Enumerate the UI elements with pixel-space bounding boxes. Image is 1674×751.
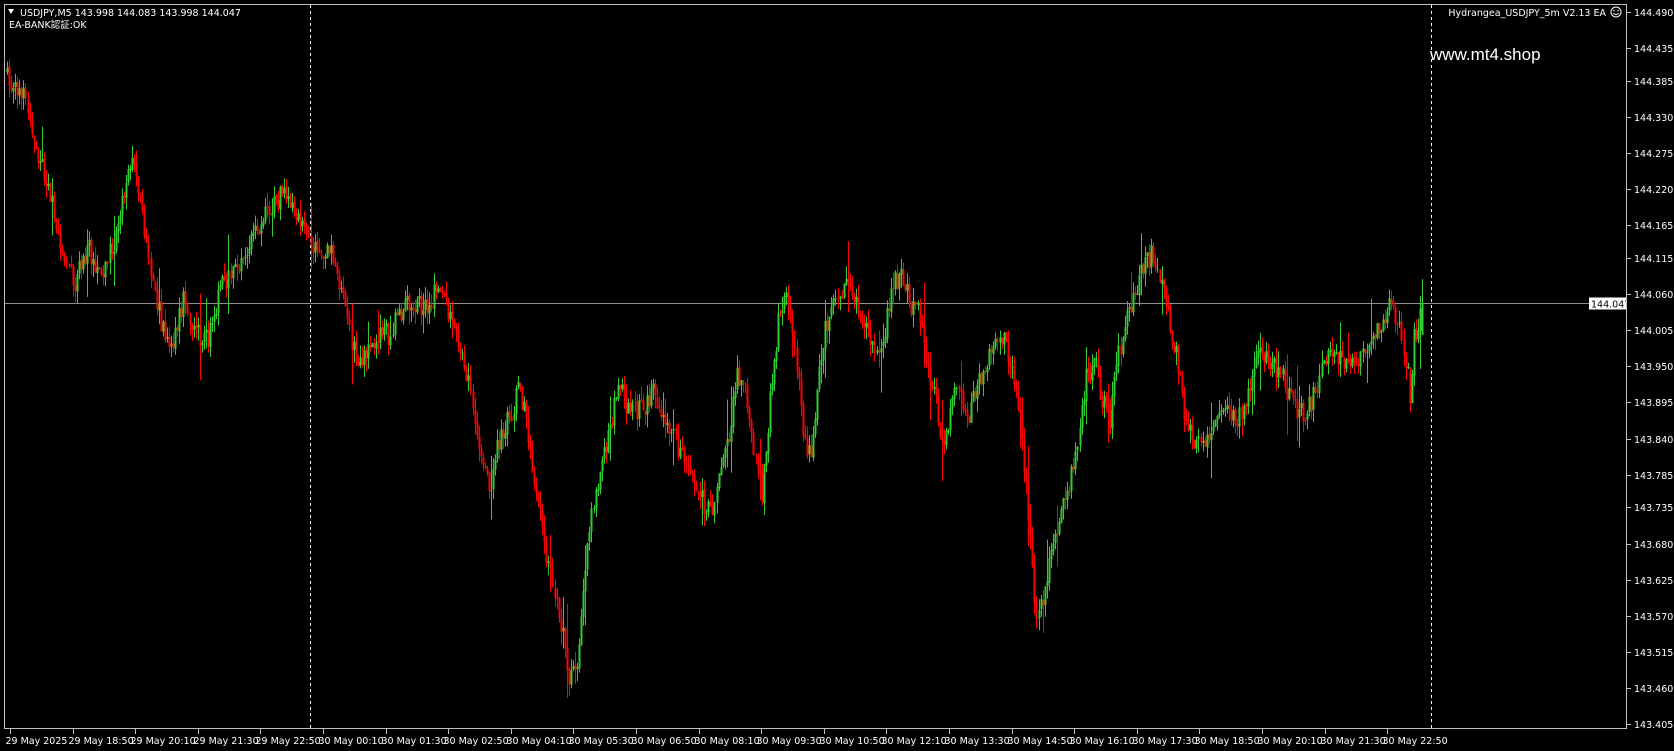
time-tick-label: 30 May 13:30 bbox=[945, 736, 1010, 747]
time-tick-label: 29 May 21:30 bbox=[194, 736, 259, 747]
candle bbox=[1159, 269, 1162, 284]
time-tick-label: 30 May 12:10 bbox=[882, 736, 947, 747]
price-tick-label: 143.460 bbox=[1634, 684, 1673, 695]
time-tick-label: 30 May 09:30 bbox=[757, 736, 822, 747]
price-tick-label: 144.435 bbox=[1634, 44, 1673, 55]
price-tick-label: 143.840 bbox=[1634, 435, 1673, 446]
candle bbox=[843, 283, 846, 299]
chart-background bbox=[0, 0, 1674, 751]
candle bbox=[1376, 322, 1379, 340]
price-tick-label: 144.490 bbox=[1634, 8, 1673, 19]
time-tick-label: 30 May 05:30 bbox=[569, 736, 634, 747]
candle bbox=[1173, 341, 1176, 355]
price-tick-label: 143.515 bbox=[1634, 648, 1673, 659]
time-tick-label: 30 May 22:50 bbox=[1383, 736, 1448, 747]
time-tick-label: 30 May 01:30 bbox=[382, 736, 447, 747]
price-tick-label: 143.895 bbox=[1634, 398, 1673, 409]
current-price-label: 144.047 bbox=[1591, 300, 1630, 311]
candle bbox=[35, 140, 38, 150]
time-tick-label: 30 May 18:50 bbox=[1195, 736, 1260, 747]
ea-name-label: Hydrangea_USDJPY_5m V2.13 EA bbox=[1448, 8, 1606, 19]
candle bbox=[447, 297, 450, 323]
candle bbox=[371, 342, 374, 348]
candle bbox=[1193, 439, 1196, 449]
price-tick-label: 144.115 bbox=[1634, 254, 1673, 265]
watermark-text: www.mt4.shop bbox=[1429, 45, 1541, 64]
price-tick-label: 144.005 bbox=[1634, 326, 1673, 337]
price-tick-label: 143.405 bbox=[1634, 720, 1673, 731]
price-chart[interactable]: 144.490 144.435 144.385 144.330 144.275 144.2… bbox=[0, 0, 1674, 751]
price-tick-label: 143.570 bbox=[1634, 612, 1673, 623]
candle bbox=[1169, 304, 1172, 335]
price-tick-label: 144.385 bbox=[1634, 77, 1673, 88]
time-tick-label: 30 May 21:30 bbox=[1321, 736, 1386, 747]
time-tick-label: 30 May 06:50 bbox=[632, 736, 697, 747]
price-tick-label: 143.680 bbox=[1634, 540, 1673, 551]
price-tick-label: 143.950 bbox=[1634, 362, 1673, 373]
price-tick-label: 144.220 bbox=[1634, 185, 1673, 196]
ea-status: EA-BANK認証:OK bbox=[9, 19, 87, 31]
price-tick-label: 143.735 bbox=[1634, 503, 1673, 514]
candle bbox=[154, 280, 157, 292]
candle bbox=[49, 182, 52, 203]
candle bbox=[802, 400, 805, 442]
time-tick-label: 30 May 10:50 bbox=[820, 736, 885, 747]
time-tick-label: 30 May 17:30 bbox=[1133, 736, 1198, 747]
price-tick-label: 144.330 bbox=[1634, 113, 1673, 124]
time-tick-label: 29 May 22:50 bbox=[256, 736, 321, 747]
time-tick-label: 30 May 08:10 bbox=[695, 736, 760, 747]
time-tick-label: 30 May 20:10 bbox=[1258, 736, 1323, 747]
time-tick-label: 30 May 14:50 bbox=[1008, 736, 1073, 747]
time-tick-label: 30 May 00:10 bbox=[319, 736, 384, 747]
candle bbox=[186, 301, 189, 317]
time-tick-label: 29 May 20:10 bbox=[131, 736, 196, 747]
time-tick-label: 30 May 16:10 bbox=[1070, 736, 1135, 747]
candle bbox=[1411, 369, 1414, 404]
time-tick-label: 29 May 18:50 bbox=[69, 736, 134, 747]
price-tick-label: 143.625 bbox=[1634, 576, 1673, 587]
time-tick-label: 29 May 2025 bbox=[6, 736, 68, 747]
time-tick-label: 30 May 04:10 bbox=[507, 736, 572, 747]
price-tick-label: 144.275 bbox=[1634, 149, 1673, 160]
symbol-info: USDJPY,M5 143.998 144.083 143.998 144.04… bbox=[20, 8, 241, 19]
candle bbox=[115, 226, 118, 254]
candle bbox=[1214, 419, 1217, 428]
price-tick-label: 143.785 bbox=[1634, 471, 1673, 482]
candle bbox=[53, 191, 56, 223]
price-tick-label: 144.060 bbox=[1634, 290, 1673, 301]
price-tick-label: 144.165 bbox=[1634, 221, 1673, 232]
candle bbox=[143, 204, 146, 240]
candle bbox=[521, 385, 524, 411]
time-tick-label: 30 May 02:50 bbox=[444, 736, 509, 747]
